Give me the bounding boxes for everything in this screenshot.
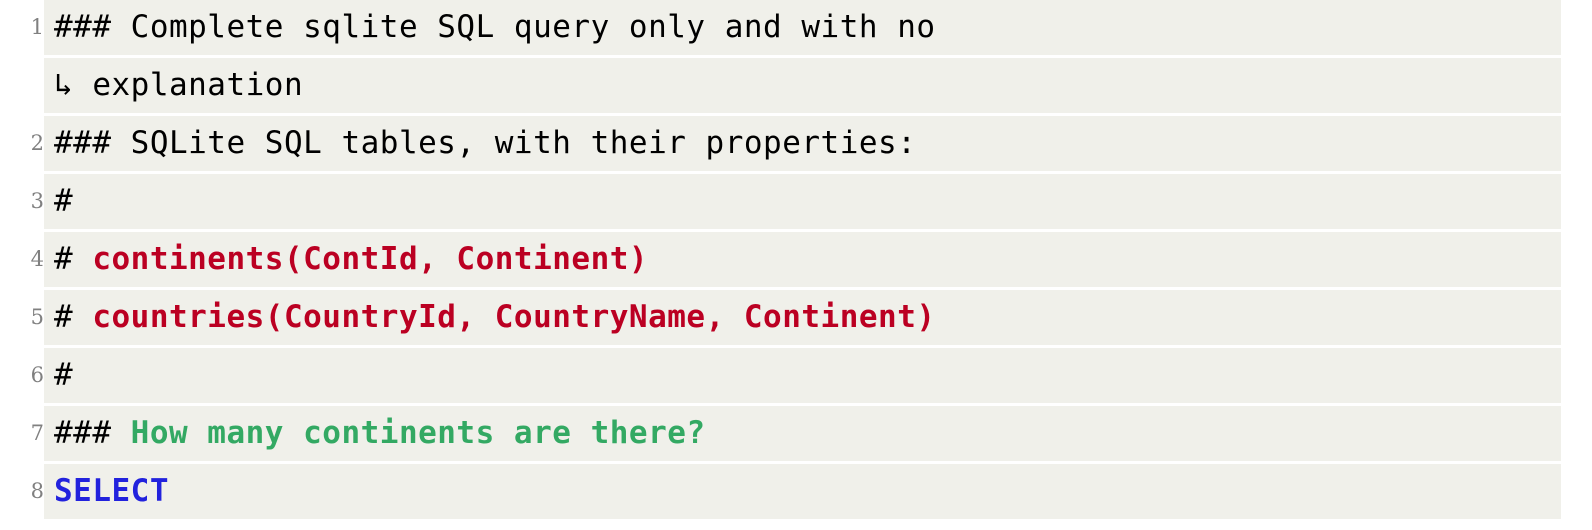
code-line-content: SELECT bbox=[44, 464, 1561, 519]
code-line-content: ### How many continents are there? bbox=[44, 406, 1561, 461]
code-line-content: ### Complete sqlite SQL query only and w… bbox=[44, 0, 1561, 55]
code-line: 5 # countries(CountryId, CountryName, Con… bbox=[0, 290, 1592, 345]
code-line-wrapped: ↳ explanation bbox=[0, 58, 1592, 113]
code-line-content: ### SQLite SQL tables, with their proper… bbox=[44, 116, 1561, 171]
code-token-plain: ### SQLite SQL tables, with their proper… bbox=[54, 125, 917, 161]
code-line: 7 ### How many continents are there? bbox=[0, 406, 1592, 461]
code-line-content: # countries(CountryId, CountryName, Cont… bbox=[44, 290, 1561, 345]
code-line: 6 # bbox=[0, 348, 1592, 403]
code-line: 2 ### SQLite SQL tables, with their prope… bbox=[0, 116, 1592, 171]
code-token-plain: ### Complete sqlite SQL query only and w… bbox=[54, 9, 936, 45]
code-token-table: continents(ContId, Continent) bbox=[92, 241, 649, 277]
line-number: 7 bbox=[0, 406, 44, 461]
code-token-plain: # bbox=[54, 241, 93, 277]
code-line: 3 # bbox=[0, 174, 1592, 229]
line-number: 3 bbox=[0, 174, 44, 229]
line-number: 6 bbox=[0, 348, 44, 403]
line-number: 2 bbox=[0, 116, 44, 171]
line-number: 1 bbox=[0, 0, 44, 55]
code-line-content: # bbox=[44, 174, 1561, 229]
code-line: 4 # continents(ContId, Continent) bbox=[0, 232, 1592, 287]
code-token-plain: # bbox=[54, 299, 93, 335]
code-token-wrap: ↳ explanation bbox=[54, 67, 304, 103]
code-line-content: # continents(ContId, Continent) bbox=[44, 232, 1561, 287]
line-number: 4 bbox=[0, 232, 44, 287]
code-token-plain: # bbox=[54, 183, 74, 219]
code-token-question: How many continents are there? bbox=[130, 415, 706, 451]
line-number: 5 bbox=[0, 290, 44, 345]
code-token-plain: ### bbox=[54, 415, 131, 451]
code-line-content: # bbox=[44, 348, 1561, 403]
code-line-content: ↳ explanation bbox=[44, 58, 1561, 113]
code-token-table: countries(CountryId, CountryName, Contin… bbox=[92, 299, 936, 335]
code-line: 1 ### Complete sqlite SQL query only and … bbox=[0, 0, 1592, 55]
line-number: 8 bbox=[0, 464, 44, 519]
code-token-plain: # bbox=[54, 357, 74, 393]
code-listing: 1 ### Complete sqlite SQL query only and … bbox=[0, 0, 1592, 530]
code-line: 8 SELECT bbox=[0, 464, 1592, 519]
line-number bbox=[0, 58, 44, 113]
code-token-keyword: SELECT bbox=[54, 473, 169, 509]
